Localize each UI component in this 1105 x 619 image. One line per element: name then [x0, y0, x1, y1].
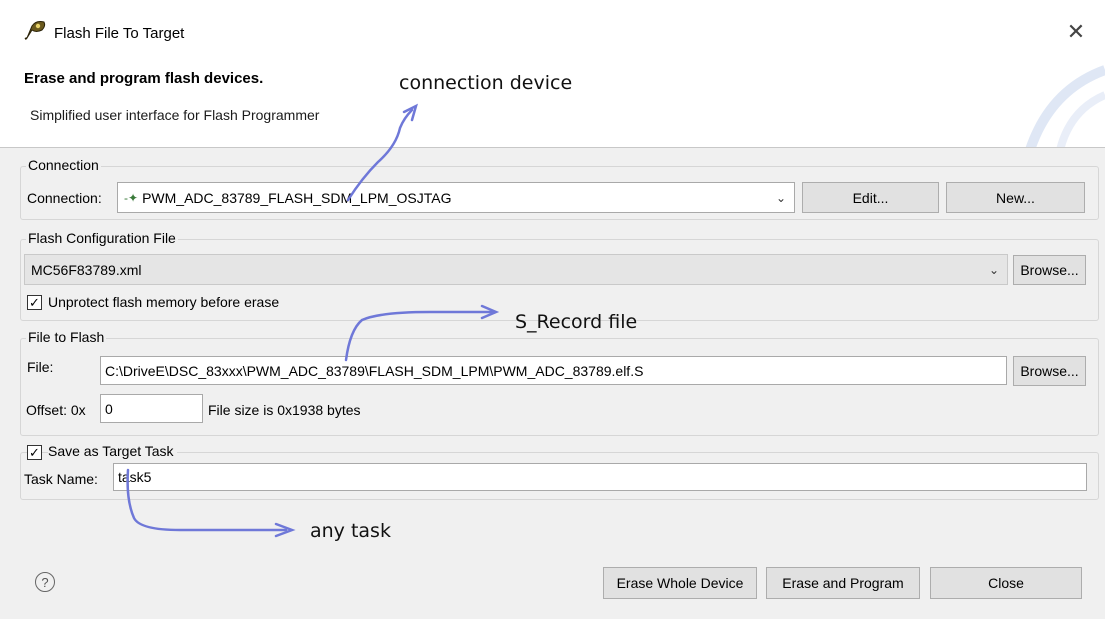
flash-config-browse-button[interactable]: Browse...	[1013, 255, 1086, 285]
banner-decoration	[1025, 65, 1105, 150]
banner-title: Erase and program flash devices.	[24, 70, 264, 87]
flash-config-group-label: Flash Configuration File	[26, 230, 178, 246]
erase-whole-device-button[interactable]: Erase Whole Device	[603, 567, 757, 599]
banner-subtitle: Simplified user interface for Flash Prog…	[30, 107, 320, 123]
file-to-flash-group-label: File to Flash	[26, 329, 107, 345]
file-path-input[interactable]: C:\DriveE\DSC_83xxx\PWM_ADC_83789\FLASH_…	[100, 356, 1007, 385]
edit-button[interactable]: Edit...	[802, 182, 939, 213]
annotation-s-record-file: S_Record file	[515, 311, 638, 333]
new-button[interactable]: New...	[946, 182, 1085, 213]
file-size-text: File size is 0x1938 bytes	[208, 402, 361, 418]
app-icon	[24, 21, 46, 40]
save-target-task-label: Save as Target Task	[48, 443, 177, 459]
chevron-down-icon: ⌄	[988, 262, 999, 277]
flash-config-select-value: MC56F83789.xml	[31, 261, 142, 278]
erase-and-program-button[interactable]: Erase and Program	[766, 567, 920, 599]
chevron-down-icon: ⌄	[775, 190, 786, 205]
offset-label: Offset: 0x	[26, 402, 86, 418]
connection-select[interactable]: -✦ PWM_ADC_83789_FLASH_SDM_LPM_OSJTAG ⌄	[117, 182, 795, 213]
connection-icon: -✦	[124, 190, 139, 205]
annotation-any-task: any task	[310, 520, 391, 542]
flash-config-select[interactable]: MC56F83789.xml ⌄	[24, 254, 1008, 285]
offset-input[interactable]: 0	[100, 394, 203, 423]
close-icon[interactable]: ✕	[1062, 18, 1090, 46]
connection-group-label: Connection	[26, 157, 101, 173]
unprotect-label: Unprotect flash memory before erase	[48, 294, 280, 310]
connection-select-value: PWM_ADC_83789_FLASH_SDM_LPM_OSJTAG	[142, 189, 452, 206]
unprotect-checkbox[interactable]: ✓	[27, 295, 42, 310]
file-label: File:	[27, 359, 54, 375]
close-button[interactable]: Close	[930, 567, 1082, 599]
window-title: Flash File To Target	[54, 25, 185, 42]
connection-label: Connection:	[27, 190, 102, 206]
file-browse-button[interactable]: Browse...	[1013, 356, 1086, 386]
help-icon[interactable]: ?	[35, 572, 55, 592]
task-name-input[interactable]: task5	[113, 463, 1087, 491]
task-name-label: Task Name:	[24, 471, 98, 487]
save-target-task-checkbox[interactable]: ✓	[27, 445, 42, 460]
annotation-connection-device: connection device	[399, 72, 573, 94]
